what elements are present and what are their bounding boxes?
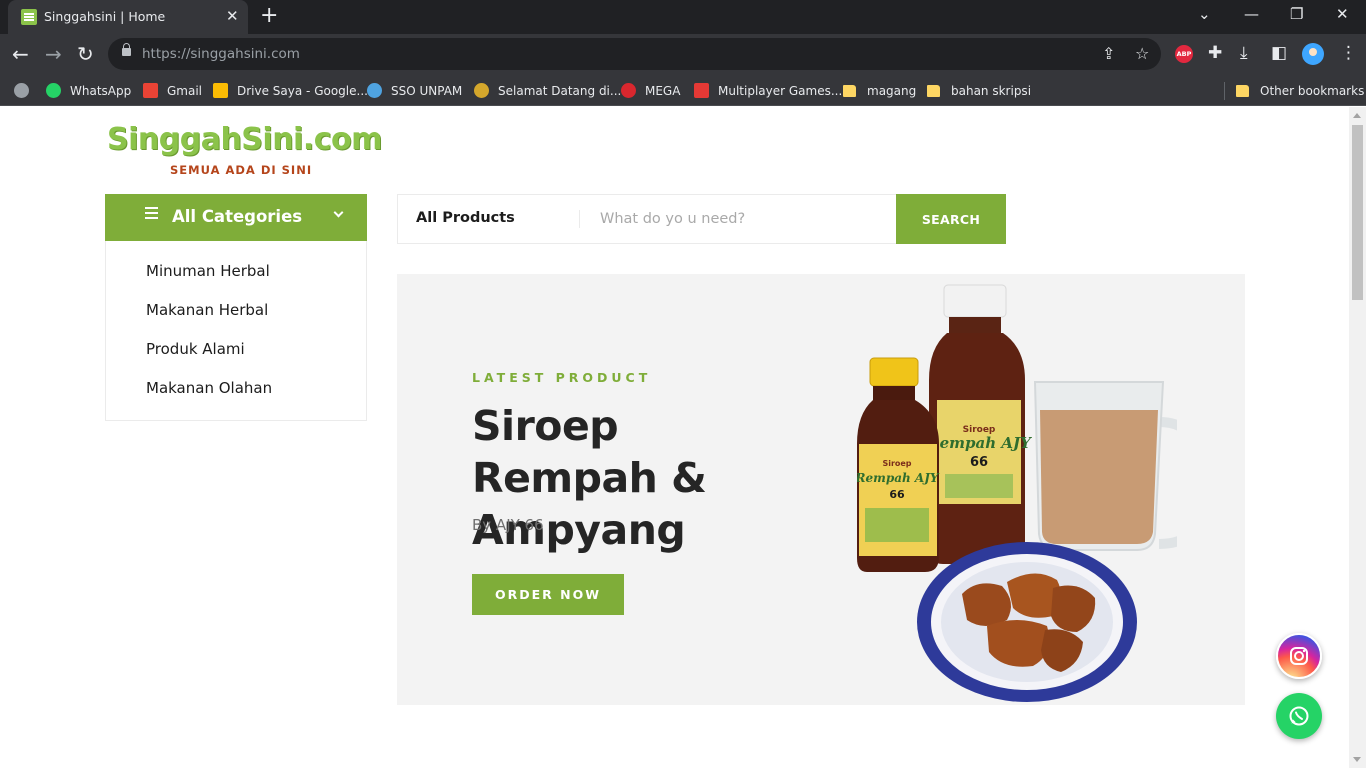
close-tab-icon[interactable]: ✕ (226, 7, 239, 25)
bookmark-google-drive[interactable]: Drive Saya - Google... (213, 82, 368, 100)
url-text: https://singgahsini.com (142, 46, 300, 62)
download-icon[interactable]: ⤓ (1240, 42, 1248, 64)
address-bar[interactable]: https://singgahsini.com ⇪ ☆ (108, 38, 1161, 70)
forward-icon[interactable]: → (45, 43, 62, 65)
ampyang-plate-icon (917, 542, 1137, 702)
whatsapp-chat-button[interactable] (1276, 693, 1322, 739)
hero-kicker: LATEST PRODUCT (472, 370, 652, 385)
new-tab-icon[interactable]: + (260, 4, 278, 28)
scroll-down-icon[interactable] (1353, 757, 1361, 762)
scrollbar-thumb[interactable] (1352, 125, 1363, 300)
restore-icon[interactable]: ❐ (1290, 5, 1303, 23)
folder-icon (843, 85, 856, 97)
browser-tab-active[interactable]: Singgahsini | Home ✕ (8, 0, 248, 34)
chevron-down-icon (333, 207, 344, 218)
large-syrup-bottle-icon: Siroep Rempah AJY 66 (926, 284, 1032, 564)
bookmark-gmail[interactable]: Gmail (143, 82, 202, 100)
logo-text: SinggahSini.com (107, 122, 382, 157)
web-page: SinggahSini.com SEMUA ADA DI SINI All Ca… (0, 107, 1366, 768)
apps-globe-icon[interactable] (14, 82, 38, 100)
bookmark-selamat-datang[interactable]: Selamat Datang di... (474, 82, 621, 100)
minimize-icon[interactable]: — (1244, 5, 1259, 23)
instagram-icon (1290, 647, 1308, 665)
bookmark-star-icon[interactable]: ☆ (1135, 44, 1149, 64)
hero-byline: By AJY 66 (472, 516, 544, 534)
mega-icon (621, 83, 636, 98)
extensions-icon[interactable]: ✚ (1208, 42, 1222, 64)
search-button[interactable]: SEARCH (896, 194, 1006, 244)
bookmark-magang[interactable]: magang (843, 82, 916, 100)
browser-toolbar: ← → ↻ https://singgahsini.com ⇪ ☆ ABP ✚ … (0, 34, 1366, 74)
svg-text:Rempah AJY: Rempah AJY (857, 471, 940, 485)
svg-text:Rempah AJY: Rempah AJY (926, 434, 1032, 452)
search-category-select[interactable]: All Products (416, 210, 515, 226)
close-window-icon[interactable]: ✕ (1336, 5, 1349, 23)
page-scrollbar[interactable] (1349, 107, 1366, 768)
site-icon (474, 83, 489, 98)
folder-icon (927, 85, 940, 97)
logo-tagline: SEMUA ADA DI SINI (170, 163, 313, 177)
profile-avatar-icon[interactable] (1302, 43, 1324, 65)
instagram-button[interactable] (1276, 633, 1322, 679)
menu-kebab-icon[interactable]: ⋮ (1340, 42, 1357, 64)
browser-tab-bar: Singgahsini | Home ✕ + ⌄ — ❐ ✕ (0, 0, 1366, 34)
all-categories-toggle[interactable]: All Categories (105, 194, 367, 241)
games-icon (694, 83, 709, 98)
tab-title: Singgahsini | Home (44, 9, 166, 24)
svg-text:Siroep: Siroep (882, 459, 911, 468)
bookmark-mega[interactable]: MEGA (621, 82, 680, 100)
bookmark-whatsapp[interactable]: WhatsApp (46, 82, 131, 100)
hero-banner: LATEST PRODUCT Siroep Rempah & Ampyang B… (397, 274, 1245, 705)
lock-icon[interactable] (122, 43, 131, 56)
bookmarks-bar: WhatsApp Gmail Drive Saya - Google... SS… (0, 74, 1366, 106)
whatsapp-icon (46, 83, 61, 98)
back-icon[interactable]: ← (12, 43, 29, 65)
search-form: All Products (397, 194, 897, 244)
svg-text:66: 66 (970, 455, 988, 470)
reload-icon[interactable]: ↻ (77, 43, 94, 65)
svg-text:66: 66 (889, 488, 905, 501)
search-input[interactable] (588, 203, 888, 235)
small-syrup-bottle-icon: Siroep Rempah AJY 66 (857, 357, 940, 572)
whatsapp-icon (1289, 706, 1309, 726)
hamburger-icon (145, 212, 158, 214)
folder-icon (1236, 85, 1249, 97)
categories-list: Minuman Herbal Makanan Herbal Produk Ala… (105, 241, 367, 421)
product-photo: Siroep Rempah AJY 66 Siroep Rempah AJY 6… (857, 284, 1177, 702)
bookmark-multiplayer-games[interactable]: Multiplayer Games... (694, 82, 842, 100)
gmail-icon (143, 83, 158, 98)
category-item[interactable]: Makanan Herbal (146, 301, 268, 319)
google-drive-icon (213, 83, 228, 98)
tab-search-icon[interactable]: ⌄ (1198, 5, 1211, 23)
category-item[interactable]: Minuman Herbal (146, 262, 270, 280)
categories-title: All Categories (172, 207, 303, 226)
category-item[interactable]: Makanan Olahan (146, 379, 272, 397)
adblock-plus-icon[interactable]: ABP (1175, 45, 1193, 63)
order-now-button[interactable]: ORDER NOW (472, 574, 624, 615)
site-logo[interactable]: SinggahSini.com SEMUA ADA DI SINI (107, 122, 382, 182)
bookmarks-divider (1224, 82, 1225, 100)
sso-icon (367, 83, 382, 98)
search-divider (579, 210, 580, 228)
share-icon[interactable]: ⇪ (1102, 44, 1115, 64)
other-bookmarks[interactable]: Other bookmarks (1236, 82, 1364, 100)
category-item[interactable]: Produk Alami (146, 340, 245, 358)
side-panel-icon[interactable]: ◧ (1271, 42, 1287, 64)
bookmark-bahan-skripsi[interactable]: bahan skripsi (927, 82, 1031, 100)
glass-mug-icon (1033, 381, 1177, 551)
site-favicon-icon (21, 9, 37, 25)
scroll-up-icon[interactable] (1353, 113, 1361, 118)
bookmark-sso-unpam[interactable]: SSO UNPAM (367, 82, 462, 100)
